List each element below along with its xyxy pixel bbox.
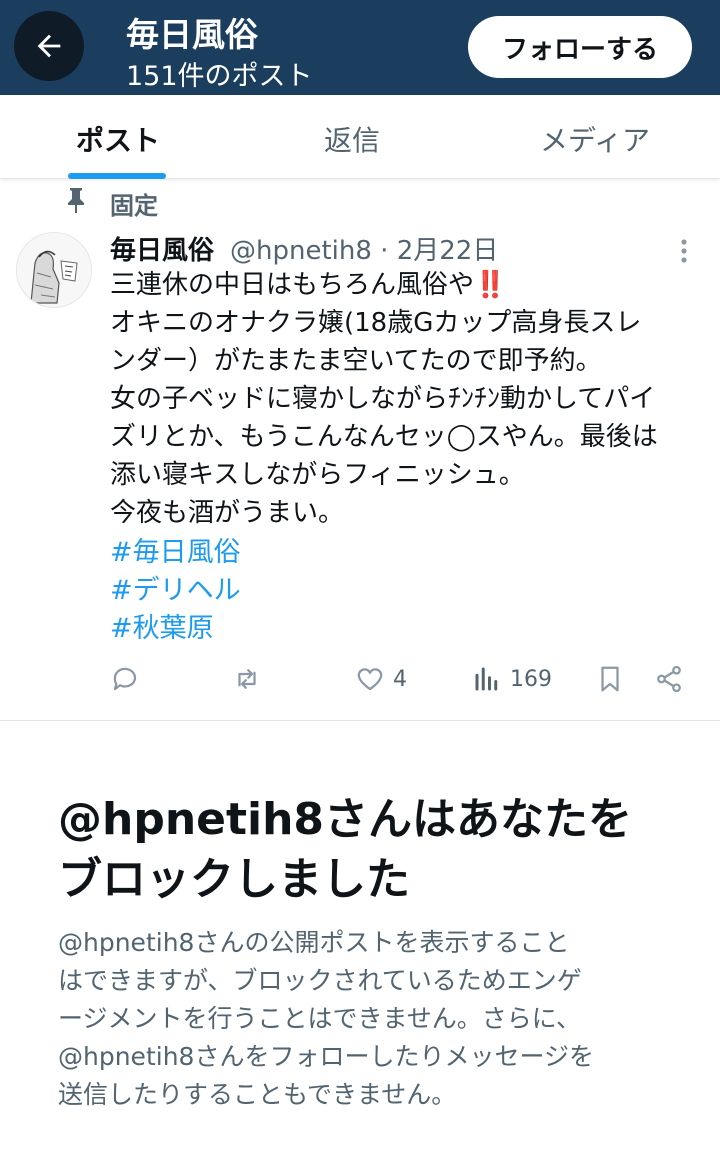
tweet-author-name[interactable]: 毎日風俗 [110,230,214,267]
blocked-desc-line: @hpnetih8さんの公開ポストを表示すること [58,928,570,957]
tweet-text: 三連休の中日はもちろん風俗や‼️ オキニのオナクラ嬢(18歳Gカップ高身長スレ ンダ… [110,266,710,532]
tab-media[interactable]: メディア [540,119,650,159]
tweet-text-line: ズリとか、もうこんなんセッ◯スやん。最後は [110,422,658,452]
more-options-icon[interactable] [672,236,696,266]
tweet-text-line: 今夜も酒がうまい。 [110,498,345,528]
tweet-text-line: 三連休の中日はもちろん風俗や‼️ [110,270,507,300]
profile-name: 毎日風俗 [126,15,258,54]
bookmark-button[interactable] [595,662,625,696]
blocked-title-line: @hpnetih8さんはあなたを [58,794,633,845]
pin-icon [68,188,84,213]
bookmark-icon [601,666,619,692]
hashtag-link[interactable]: #デリヘル [110,568,241,607]
follow-button[interactable]: フォローする [468,16,692,78]
like-count: 4 [393,666,407,692]
avatar[interactable] [16,232,92,308]
heart-icon [357,668,383,691]
hashtag-link[interactable]: #秋葉原 [110,606,214,645]
analytics-icon [475,667,498,691]
post-count: 151件のポスト [126,61,313,92]
hashtag-link[interactable]: #毎日風俗 [110,530,241,569]
share-icon [657,665,681,693]
pinned-label: 固定 [110,192,158,220]
like-button[interactable]: 4 [355,662,407,696]
profile-tabs: ポスト 返信 メディア [0,95,720,179]
back-button[interactable] [14,11,84,81]
blocked-desc-line: ージメントを行うことはできません。さらに、 [58,1004,582,1033]
repost-button[interactable] [232,662,262,696]
share-button[interactable] [654,662,684,696]
avatar-illustration-icon [17,233,91,307]
tab-replies[interactable]: 返信 [324,119,380,159]
reply-icon [113,667,137,691]
repost-icon [238,669,256,689]
blocked-title-line: ブロックしました [58,854,410,905]
blocked-title: @hpnetih8さんはあなたを ブロックしました [58,790,698,910]
views-button[interactable]: 169 [472,662,552,696]
tweet-handle-date[interactable]: @hpnetih8 · 2月22日 [230,230,498,267]
tab-posts[interactable]: ポスト [76,119,160,159]
tweet-text-line: オキニのオナクラ嬢(18歳Gカップ高身長スレ [110,308,642,338]
profile-header: 毎日風俗 151件のポスト フォローする [0,0,720,95]
blocked-description: @hpnetih8さんの公開ポストを表示すること はできますが、ブロックされてい… [58,924,668,1114]
arrow-left-icon [37,34,61,58]
section-divider [0,720,720,721]
blocked-desc-line: @hpnetih8さんをフォローしたりメッセージを [58,1042,594,1071]
tweet-text-line: ンダー）がたまたま空いてたので即予約。 [110,346,602,376]
blocked-desc-line: はできますが、ブロックされているためエンゲ [58,966,582,995]
tweet-text-line: 女の子ベッドに寝かしながらﾁﾝﾁﾝ動かしてパイ [110,384,656,414]
view-count: 169 [510,666,552,692]
blocked-desc-line: 送信したりすることもできません。 [58,1080,457,1109]
tweet-text-line: 添い寝キスしながらフィニッシュ。 [110,460,525,490]
reply-button[interactable] [110,662,140,696]
active-tab-indicator [68,173,166,179]
